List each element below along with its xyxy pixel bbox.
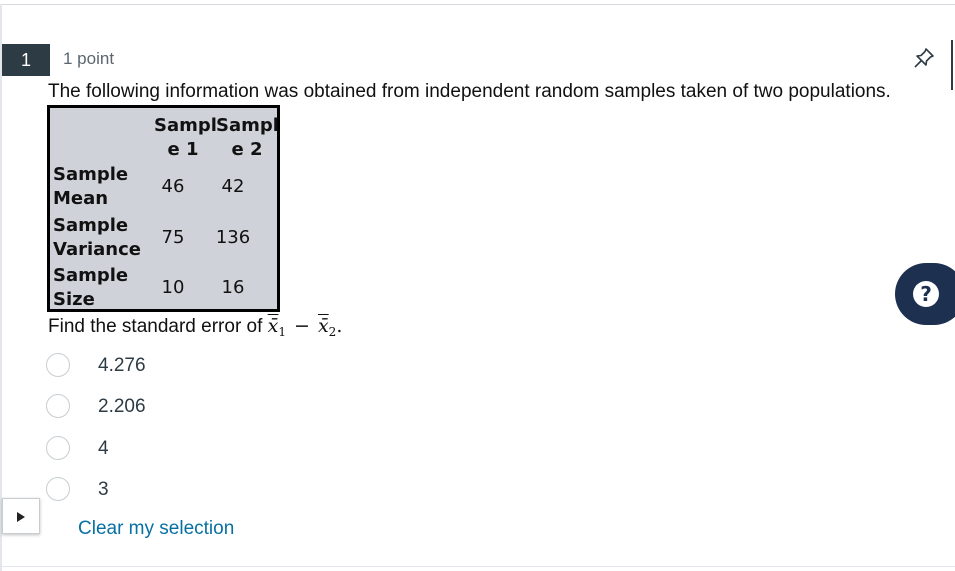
clear-selection-link[interactable]: Clear my selection: [78, 518, 234, 540]
top-frame: [0, 0, 955, 5]
table-row-label: Sample Variance: [53, 215, 141, 260]
math-expression: x̄1− x̄2.: [267, 315, 343, 339]
option-label: 2.206: [98, 396, 146, 417]
option-label: 3: [98, 479, 109, 500]
table-cell: 46: [161, 176, 185, 197]
help-button[interactable]: ?: [895, 263, 955, 325]
radio-button[interactable]: [46, 353, 70, 377]
table-header: Sampl e 2: [216, 115, 279, 160]
table-cell: 10: [161, 277, 185, 298]
table-cell: 75: [161, 227, 185, 248]
table-cell: 42: [221, 176, 245, 197]
radio-button[interactable]: [46, 394, 70, 418]
question-number: 1: [2, 44, 50, 76]
question-ask: Find the standard error of x̄1− x̄2.: [48, 315, 343, 339]
table-row-label: Sample Mean: [53, 164, 129, 209]
option-label: 4.276: [98, 355, 146, 376]
table-header: Sampl e 1: [154, 115, 217, 160]
answer-option[interactable]: 3: [46, 475, 346, 505]
radio-button[interactable]: [46, 436, 70, 460]
question-prompt: The following information was obtained f…: [48, 81, 891, 102]
answer-option[interactable]: 4.276: [46, 351, 346, 381]
data-table: Sampl e 1 Sampl e 2 Sample Mean 46 42 Sampl…: [47, 105, 280, 312]
left-frame: [0, 4, 2, 571]
question-points: 1 point: [63, 49, 115, 68]
table-cell: 136: [215, 227, 251, 248]
bottom-frame: [0, 566, 955, 567]
table-row-label: Sample Size: [53, 265, 129, 310]
radio-button[interactable]: [46, 477, 70, 501]
collapse-toggle-button[interactable]: [2, 498, 40, 534]
table-cell: 16: [221, 277, 245, 298]
triangle-right-icon: [17, 512, 25, 522]
pin-icon[interactable]: [912, 46, 936, 70]
answer-option[interactable]: 4: [46, 434, 346, 464]
help-icon: ?: [913, 281, 939, 307]
answer-option[interactable]: 2.206: [46, 392, 346, 422]
option-label: 4: [98, 438, 109, 459]
scrollbar[interactable]: [951, 40, 953, 90]
